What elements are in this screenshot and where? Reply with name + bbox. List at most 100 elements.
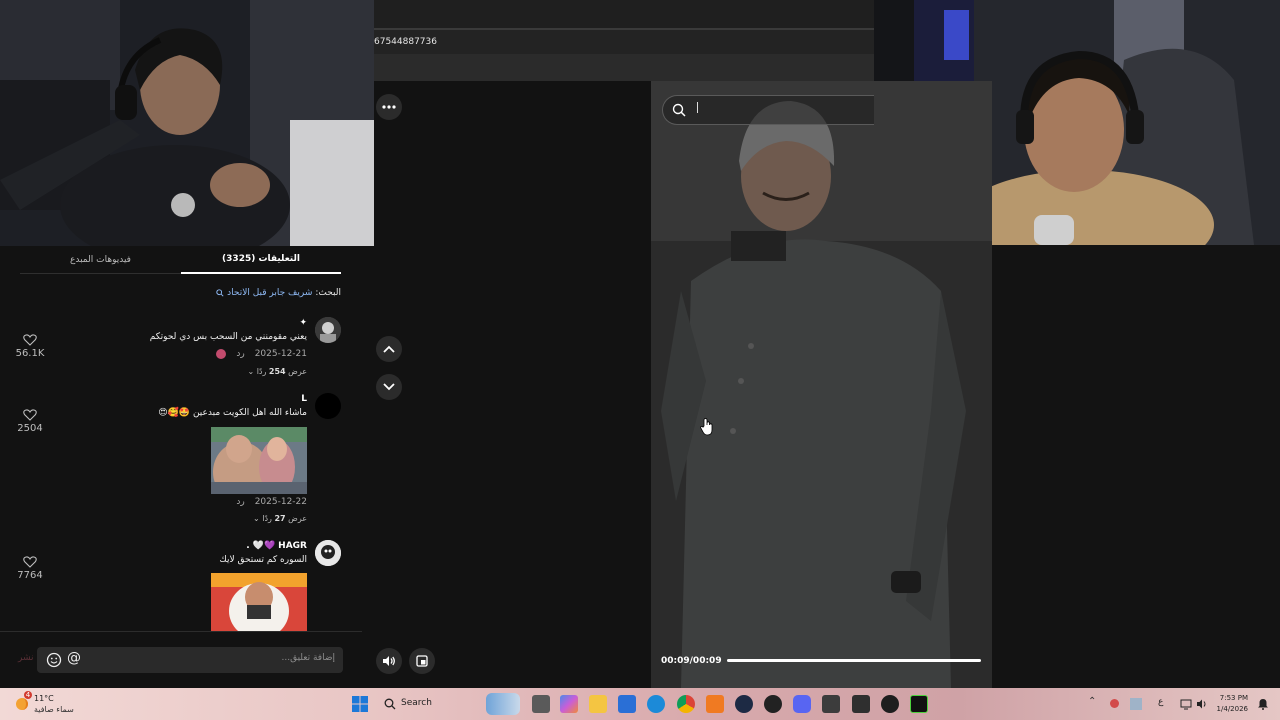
comment-author[interactable]: ✦ [299,318,307,328]
app-icon[interactable] [910,695,928,713]
taskbar: 4 11°C سماء صافية Search ⌃ ع 7:53 PM 1/4… [0,688,1280,720]
like-count: 7764 [17,570,43,581]
tab-comments[interactable]: التعليقات (3325) [181,246,341,274]
microsoft-store-icon[interactable] [618,695,636,713]
comment-author-suffix: 💜🤍 . [246,541,276,551]
comment-image[interactable] [211,573,307,631]
volume-button[interactable] [376,648,402,674]
avatar[interactable] [315,540,341,566]
reply-button[interactable]: رد [236,349,244,359]
video-frame [651,81,992,688]
view-replies-button[interactable]: عرض 254 ردًا ⌄ [247,367,307,376]
weather-temperature: 11°C [34,694,54,703]
search-box [662,95,874,125]
chrome-icon[interactable] [677,695,695,713]
comment-text: ماشاء الله اهل الكويت مبدعين 🤩🥰😍 [158,408,307,418]
ellipsis-icon [382,105,396,109]
view-replies-button[interactable]: عرض 27 ردًا ⌄ [253,514,307,523]
file-explorer-icon[interactable] [589,695,607,713]
chevron-down-icon: ⌄ [247,367,255,376]
next-video-button[interactable] [376,374,402,400]
notification-bell-icon[interactable] [1257,698,1269,710]
heart-icon[interactable] [23,409,37,421]
comment-image[interactable] [211,427,307,494]
like-count: 2504 [17,423,43,434]
tray-app-icon[interactable] [1110,699,1119,708]
tab-creator-videos[interactable]: فيديوهات المبدع [20,246,181,274]
view-replies-suffix: ردًا [262,514,272,523]
screen: 67544887736 التعليقات (3325) فيديوهات ال… [0,0,1280,720]
video-side-area [992,245,1280,688]
address-bar[interactable]: 67544887736 [374,30,874,54]
mention-icon[interactable]: @ [67,650,81,666]
avatar[interactable] [315,317,341,343]
copilot-icon[interactable] [560,695,578,713]
related-search-query[interactable]: شريف جابر قبل الاتحاد [227,288,312,298]
steam-icon[interactable] [735,695,753,713]
avatar[interactable] [315,393,341,419]
view-replies-count: 254 [268,367,286,376]
emoji-icon[interactable] [46,652,62,668]
browser-tab-strip [374,0,874,28]
chevron-up-icon[interactable]: ⌃ [1088,696,1096,707]
clock[interactable]: 7:53 PM 1/4/2026 [1217,693,1248,715]
divider [0,631,362,632]
like-count: 56.1K [15,348,45,359]
app-icon[interactable] [881,695,899,713]
comment-author[interactable]: L [301,394,307,404]
language-indicator[interactable]: ع [1158,697,1163,707]
post-button[interactable]: نشر [18,653,34,663]
clock-date: 1/4/2026 [1216,705,1248,713]
heart-icon[interactable] [23,334,37,346]
discord-icon[interactable] [793,695,811,713]
creator-liked-badge [216,349,227,359]
webcam-left [0,0,374,246]
comment-item: ✦ يعني مقومنني من السحب بس دي لحوتكم 202… [0,316,362,386]
video-time: 00:09/00:09 [661,656,722,666]
windows-start-icon[interactable] [352,696,368,712]
view-replies-suffix: ردًا [256,367,267,376]
comment-date: 2025-12-21 [254,349,307,359]
heart-icon[interactable] [23,556,37,568]
webcam-left-image [0,0,374,246]
search-icon [384,698,396,710]
obs-icon[interactable] [764,695,782,713]
comment-text: يعني مقومنني من السحب بس دي لحوتكم [149,332,307,342]
taskbar-search[interactable]: Search [376,693,520,715]
network-icon[interactable] [1180,698,1192,710]
reply-button[interactable]: رد [236,497,244,507]
search-highlight-icon [486,693,520,715]
volume-icon[interactable] [1196,698,1208,710]
comment-text: السوره كم تستحق لايك [219,555,307,565]
weather-widget[interactable]: 4 11°C سماء صافية [12,691,92,715]
taskbar-search-label: Search [401,698,432,708]
clock-time: 7:53 PM [1219,694,1248,702]
comment-input[interactable] [135,653,335,663]
tray-app-icon[interactable] [1130,698,1142,710]
app-icon[interactable] [706,695,724,713]
task-view-icon[interactable] [532,695,550,713]
search-input[interactable] [697,102,857,113]
comment-input-box: @ [37,647,343,673]
pip-button[interactable] [409,648,435,674]
more-options-button[interactable] [376,94,402,120]
app-icon[interactable] [852,695,870,713]
app-icon[interactable] [822,695,840,713]
edge-icon[interactable] [647,695,665,713]
chevron-down-icon [383,383,395,391]
comment-author-name: HAGR [278,541,307,551]
browser-toolbar [374,54,874,81]
video-player[interactable] [651,81,992,688]
comment-author[interactable]: HAGR 💜🤍 . [246,541,307,551]
view-replies-prefix: عرض [288,367,307,376]
previous-video-button[interactable] [376,336,402,362]
comments-panel: التعليقات (3325) فيديوهات المبدع البحث: … [0,246,362,688]
comment-item: L ماشاء الله اهل الكويت مبدعين 🤩🥰😍 2025-… [0,392,362,532]
video-progress-bar[interactable] [727,659,981,662]
view-replies-prefix: عرض [288,514,307,523]
weather-description: سماء صافية [34,705,74,714]
related-search-label: البحث: [315,288,341,298]
picture-in-picture-icon [416,655,428,667]
related-search[interactable]: البحث: شريف جابر قبل الاتحاد [216,288,341,298]
address-text: 67544887736 [374,37,437,47]
